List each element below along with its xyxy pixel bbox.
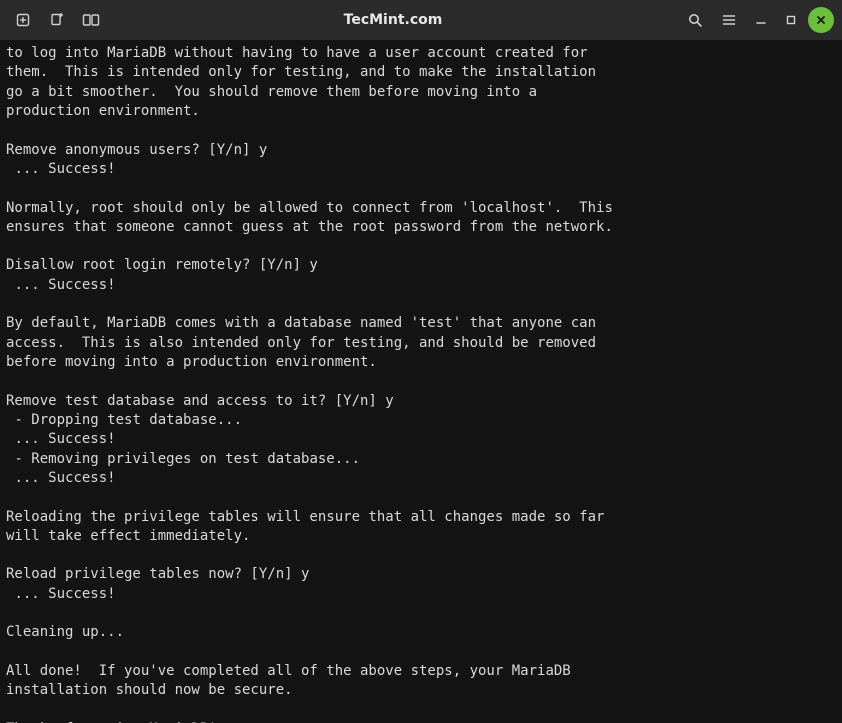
menu-button[interactable] — [714, 5, 744, 35]
titlebar-right-controls — [680, 5, 834, 35]
terminal-output[interactable]: to log into MariaDB without having to ha… — [0, 40, 842, 723]
hamburger-icon — [721, 12, 737, 28]
titlebar: TecMint.com — [0, 0, 842, 40]
split-button[interactable] — [76, 5, 106, 35]
close-icon — [814, 13, 828, 27]
search-button[interactable] — [680, 5, 710, 35]
new-window-button[interactable] — [42, 5, 72, 35]
maximize-button[interactable] — [778, 7, 804, 33]
window-title: TecMint.com — [110, 12, 676, 28]
new-window-icon — [49, 12, 65, 28]
new-tab-button[interactable] — [8, 5, 38, 35]
close-button[interactable] — [808, 7, 834, 33]
maximize-icon — [784, 13, 798, 27]
split-icon — [82, 12, 100, 28]
minimize-button[interactable] — [748, 7, 774, 33]
search-icon — [687, 12, 703, 28]
titlebar-left-controls — [8, 5, 106, 35]
new-tab-icon — [15, 12, 31, 28]
minimize-icon — [754, 13, 768, 27]
